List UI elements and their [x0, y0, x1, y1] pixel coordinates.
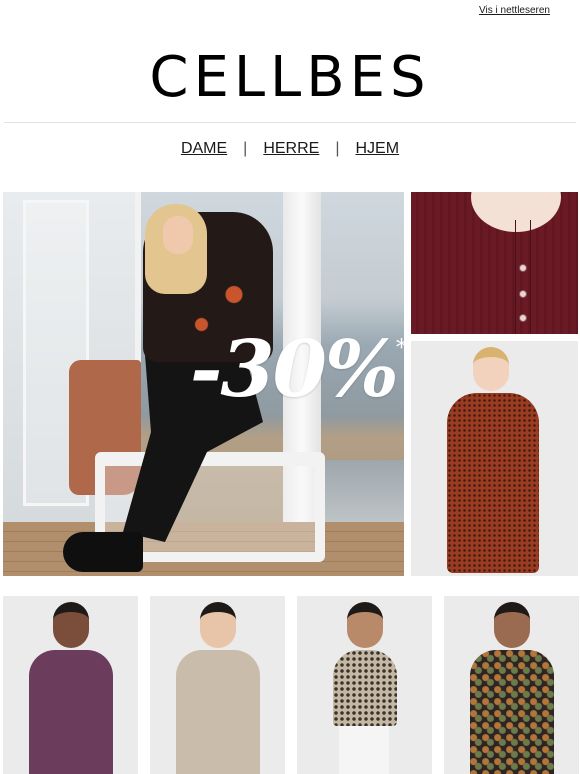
- brand-logo[interactable]: CELLBES: [0, 48, 580, 108]
- product-card[interactable]: [150, 596, 285, 774]
- product-model-head: [200, 602, 236, 648]
- product-leggings: [339, 722, 389, 774]
- hero-model-face: [163, 216, 193, 254]
- view-in-browser-link[interactable]: Vis i nettleseren: [479, 5, 550, 16]
- product-model-head: [53, 602, 89, 648]
- product-detail-tile[interactable]: [411, 192, 578, 334]
- nav-item-hjem[interactable]: HJEM: [354, 140, 402, 158]
- product-card[interactable]: [297, 596, 432, 774]
- nav-separator: |: [335, 140, 340, 157]
- product-row: [3, 596, 579, 774]
- product-garment: [333, 650, 397, 726]
- product-model-head: [494, 602, 530, 648]
- promo-discount: -30%: [190, 324, 399, 415]
- fabric-button: [519, 290, 527, 298]
- product-card[interactable]: [444, 596, 579, 774]
- fabric-button: [519, 314, 527, 322]
- product-model-head: [347, 602, 383, 648]
- product-model-tile[interactable]: [411, 341, 578, 576]
- product-card[interactable]: [3, 596, 138, 774]
- model-tunic: [447, 393, 539, 573]
- model-head: [473, 347, 509, 391]
- nav-separator: |: [243, 140, 248, 157]
- nav-item-herre[interactable]: HERRE: [261, 140, 321, 158]
- header-divider: [4, 122, 576, 123]
- nav-item-dame[interactable]: DAME: [179, 140, 229, 158]
- fabric-button: [519, 264, 527, 272]
- main-nav: DAME | HERRE | HJEM: [0, 140, 580, 158]
- top-bar: Vis i nettleseren: [479, 0, 550, 16]
- product-garment: [29, 650, 113, 774]
- product-garment: [470, 650, 554, 774]
- hero-model-boot: [63, 532, 143, 572]
- product-garment: [176, 650, 260, 774]
